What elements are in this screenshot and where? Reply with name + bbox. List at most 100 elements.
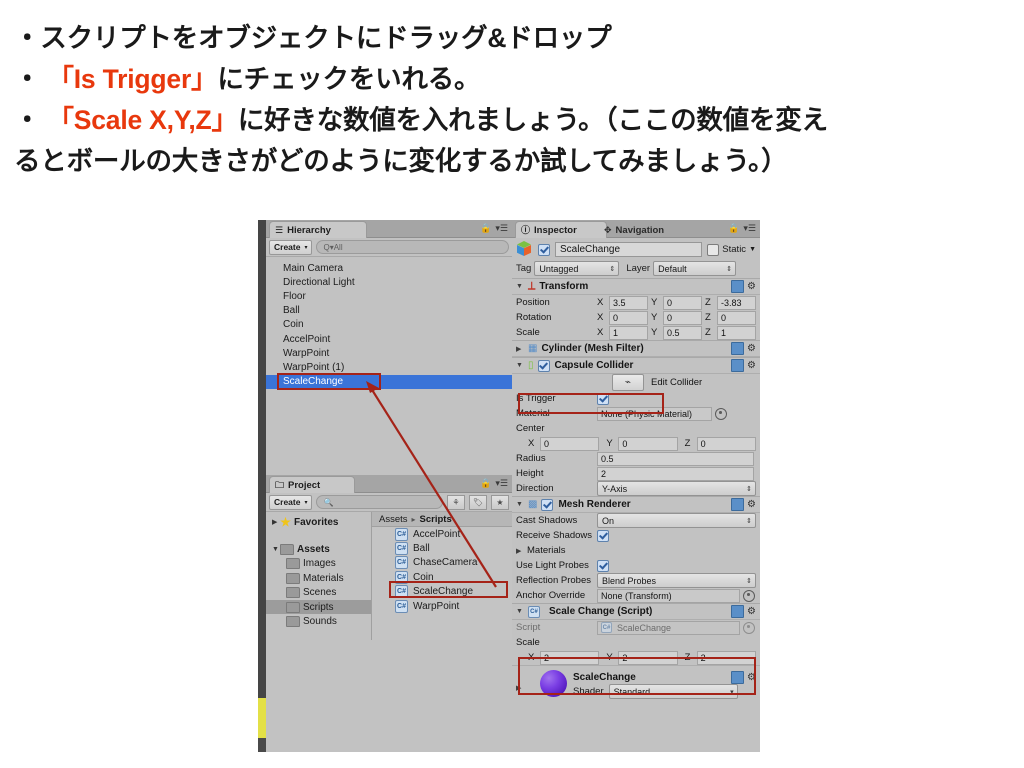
chevron-down-icon[interactable]: ▼ bbox=[516, 283, 524, 290]
hierarchy-panel-menu[interactable]: 🔒 ▾☰ bbox=[480, 223, 508, 234]
project-asset-chasecamera[interactable]: C# ChaseCamera bbox=[372, 556, 512, 570]
lock-icon[interactable]: 🔒 bbox=[480, 223, 491, 234]
project-asset-coin[interactable]: C# Coin bbox=[372, 570, 512, 584]
project-panel-menu[interactable]: 🔒 ▾☰ bbox=[480, 478, 508, 489]
project-tree-assets[interactable]: ▼ Assets bbox=[266, 542, 371, 556]
script-scale-z-input[interactable]: 2 bbox=[696, 650, 756, 665]
reflection-probes-dropdown[interactable]: Blend Probes ⇕ bbox=[597, 573, 756, 588]
hierarchy-item-warppoint-1[interactable]: WarpPoint (1) bbox=[266, 360, 512, 374]
position-z-input[interactable]: -3.83 bbox=[717, 295, 756, 310]
scale-y-input[interactable]: 0.5 bbox=[663, 325, 702, 340]
transform-component-header[interactable]: ▼ ⟂ Transform ⚙ bbox=[512, 278, 760, 295]
static-toggle[interactable]: Static ▼ bbox=[707, 243, 756, 256]
inspector-panel-menu[interactable]: 🔒 ▾☰ bbox=[728, 223, 756, 234]
hierarchy-item-floor[interactable]: Floor bbox=[266, 289, 512, 303]
project-asset-ball[interactable]: C# Ball bbox=[372, 541, 512, 556]
capsule-collider-component-header[interactable]: ▼ ▯ Capsule Collider ⚙ bbox=[512, 357, 760, 374]
position-x-input[interactable]: 3.5 bbox=[609, 295, 648, 310]
chevron-right-icon[interactable]: ▶ bbox=[516, 547, 524, 555]
chevron-right-icon[interactable]: ▶ bbox=[516, 345, 524, 353]
chevron-down-icon[interactable]: ▼ bbox=[749, 246, 756, 253]
panel-options-icon[interactable]: ▾☰ bbox=[495, 478, 508, 489]
project-tree-sounds[interactable]: Sounds bbox=[266, 614, 371, 628]
filter-by-label-button[interactable]: 🏷 bbox=[469, 494, 487, 510]
favorite-button[interactable]: ★ bbox=[491, 494, 509, 510]
height-input[interactable]: 2 bbox=[597, 466, 754, 481]
hierarchy-item-ball[interactable]: Ball bbox=[266, 304, 512, 318]
hierarchy-item-main-camera[interactable]: Main Camera bbox=[266, 261, 512, 275]
hierarchy-item-accelpoint[interactable]: AccelPoint bbox=[266, 332, 512, 346]
capsule-collider-enabled-checkbox[interactable] bbox=[537, 359, 550, 372]
chevron-down-icon[interactable]: ▼ bbox=[516, 362, 524, 369]
project-asset-warppoint[interactable]: C# WarpPoint bbox=[372, 599, 512, 613]
tab-hierarchy[interactable]: ☰ Hierarchy bbox=[269, 221, 367, 238]
lock-icon[interactable]: 🔒 bbox=[728, 223, 739, 234]
scale-x-input[interactable]: 1 bbox=[609, 325, 648, 340]
project-tree-scripts[interactable]: Scripts bbox=[266, 599, 371, 615]
project-breadcrumb[interactable]: Assets ▸ Scripts bbox=[372, 512, 512, 527]
panel-options-icon[interactable]: ▾☰ bbox=[495, 223, 508, 234]
gear-icon[interactable]: ⚙ bbox=[747, 499, 756, 510]
gear-icon[interactable]: ⚙ bbox=[747, 360, 756, 371]
center-y-input[interactable]: 0 bbox=[618, 436, 678, 451]
is-trigger-checkbox[interactable] bbox=[597, 392, 609, 405]
hierarchy-item-directional-light[interactable]: Directional Light bbox=[266, 275, 512, 289]
chevron-down-icon[interactable]: ▼ bbox=[272, 546, 280, 553]
scale-z-input[interactable]: 1 bbox=[717, 325, 756, 340]
scale-change-script-header[interactable]: ▼ C# Scale Change (Script) ⚙ bbox=[512, 603, 760, 620]
project-tree-favorites[interactable]: ▶ Favorites bbox=[266, 515, 371, 529]
layer-dropdown[interactable]: Default ⇕ bbox=[653, 261, 737, 276]
help-icon[interactable] bbox=[731, 280, 745, 293]
breadcrumb-current[interactable]: Scripts bbox=[420, 514, 452, 525]
help-icon[interactable] bbox=[731, 359, 745, 372]
filter-by-type-button[interactable]: ⚘ bbox=[447, 494, 465, 510]
hierarchy-item-warppoint[interactable]: WarpPoint bbox=[266, 346, 512, 360]
physic-material-field[interactable]: None (Physic Material) bbox=[597, 406, 712, 421]
radius-input[interactable]: 0.5 bbox=[597, 451, 754, 466]
anchor-override-field[interactable]: None (Transform) bbox=[597, 588, 740, 603]
gear-icon[interactable]: ⚙ bbox=[747, 606, 756, 617]
edit-collider-button[interactable]: ⌁ bbox=[612, 374, 644, 391]
hierarchy-item-coin[interactable]: Coin bbox=[266, 318, 512, 332]
center-x-input[interactable]: 0 bbox=[540, 436, 600, 451]
lock-icon[interactable]: 🔒 bbox=[480, 478, 491, 489]
static-checkbox[interactable] bbox=[707, 243, 720, 256]
help-icon[interactable] bbox=[731, 498, 745, 511]
project-search-input[interactable]: 🔍 bbox=[316, 495, 443, 509]
gear-icon[interactable]: ⚙ bbox=[747, 343, 756, 354]
help-icon[interactable] bbox=[731, 670, 745, 684]
project-tree-images[interactable]: Images bbox=[266, 557, 371, 571]
script-scale-x-input[interactable]: 2 bbox=[540, 650, 600, 665]
position-y-input[interactable]: 0 bbox=[663, 295, 702, 310]
tag-dropdown[interactable]: Untagged ⇕ bbox=[534, 261, 620, 276]
rotation-y-input[interactable]: 0 bbox=[663, 310, 702, 325]
hierarchy-item-scalechange[interactable]: ScaleChange bbox=[266, 374, 512, 389]
chevron-right-icon[interactable]: ▶ bbox=[516, 684, 524, 692]
panel-options-icon[interactable]: ▾☰ bbox=[743, 223, 756, 234]
gear-icon[interactable]: ⚙ bbox=[747, 281, 756, 292]
mesh-filter-component-header[interactable]: ▶ ▦ Cylinder (Mesh Filter) ⚙ bbox=[512, 340, 760, 357]
object-name-input[interactable]: ScaleChange bbox=[555, 242, 703, 257]
project-asset-list[interactable]: Assets ▸ Scripts C# AccelPoint C# Ball C… bbox=[372, 512, 512, 640]
chevron-down-icon[interactable]: ▼ bbox=[516, 501, 524, 508]
object-picker-icon[interactable] bbox=[715, 407, 727, 420]
rotation-x-input[interactable]: 0 bbox=[609, 310, 648, 325]
tab-project[interactable]: 🗀 Project bbox=[269, 476, 355, 493]
shader-dropdown[interactable]: Standard ▾ bbox=[608, 684, 738, 699]
help-icon[interactable] bbox=[731, 342, 745, 355]
object-enabled-checkbox[interactable] bbox=[538, 243, 550, 256]
mesh-renderer-enabled-checkbox[interactable] bbox=[541, 498, 554, 511]
project-asset-scalechange[interactable]: C# ScaleChange bbox=[372, 585, 512, 599]
cast-shadows-dropdown[interactable]: On ⇕ bbox=[597, 513, 756, 528]
object-picker-icon[interactable] bbox=[743, 589, 755, 602]
receive-shadows-checkbox[interactable] bbox=[597, 529, 609, 542]
hierarchy-list[interactable]: Main Camera Directional Light Floor Ball… bbox=[266, 257, 512, 478]
gear-icon[interactable]: ⚙ bbox=[747, 672, 756, 683]
direction-dropdown[interactable]: Y-Axis ⇕ bbox=[597, 481, 756, 496]
help-icon[interactable] bbox=[731, 605, 745, 618]
script-scale-y-input[interactable]: 2 bbox=[618, 650, 678, 665]
center-z-input[interactable]: 0 bbox=[696, 436, 756, 451]
project-tree-materials[interactable]: Materials bbox=[266, 571, 371, 585]
mesh-renderer-component-header[interactable]: ▼ ▩ Mesh Renderer ⚙ bbox=[512, 496, 760, 513]
breadcrumb-root[interactable]: Assets bbox=[379, 514, 408, 525]
